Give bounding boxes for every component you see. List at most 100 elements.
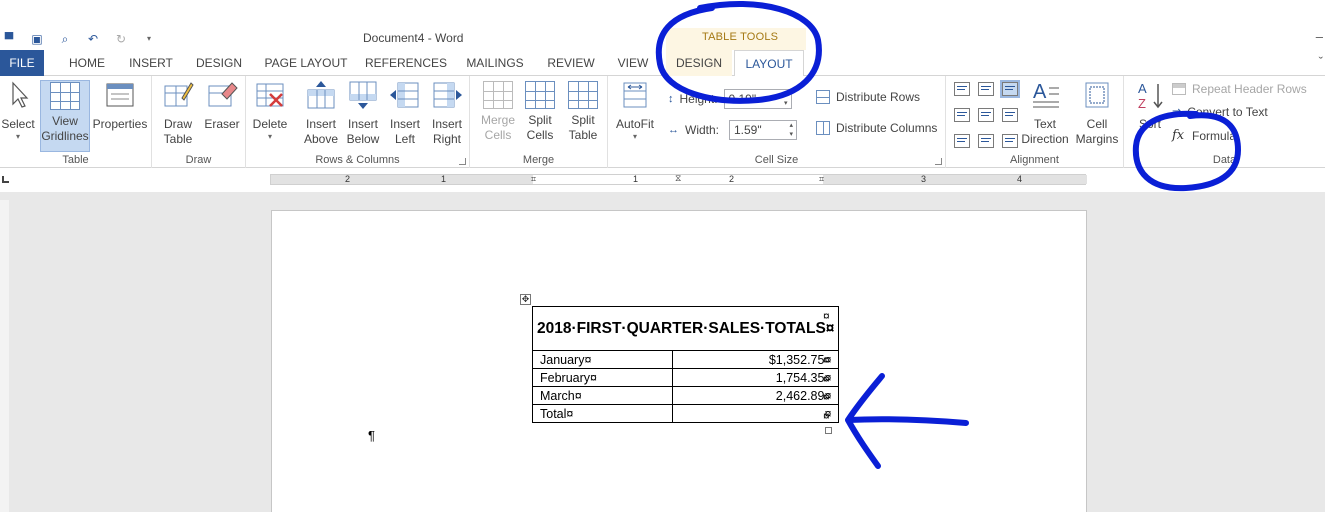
tab-selector-icon[interactable] (2, 176, 9, 183)
insert-above-icon (307, 81, 335, 109)
distribute-rows-button[interactable]: Distribute Rows (816, 90, 920, 104)
draw-table-button[interactable]: Draw Table (156, 80, 200, 147)
rows-columns-launcher-icon[interactable] (459, 158, 466, 165)
sort-button[interactable]: AZ Sort (1132, 80, 1168, 132)
eraser-button[interactable]: Eraser (200, 80, 244, 132)
dropdown-caret-icon: ▾ (15, 132, 20, 141)
title-bar: ▀ ▣ ⌕ ↶ ↻ ▾ Document4 - Word TABLE TOOLS… (0, 0, 1325, 50)
align-top-left-icon[interactable] (954, 82, 970, 96)
tab-home[interactable]: HOME (60, 50, 114, 76)
month-cell[interactable]: February¤ (532, 368, 673, 387)
ruler-number: 1 (441, 174, 447, 184)
horizontal-ruler[interactable]: 2 1 1 2 3 4 ⌗ ⧖ ⌗ (270, 173, 1087, 185)
align-bottom-right-icon[interactable] (1002, 134, 1018, 148)
total-value-cell[interactable]: ¤ (671, 404, 840, 423)
delete-button[interactable]: Delete ▾ (250, 80, 290, 142)
select-arrow-icon (12, 81, 29, 108)
height-label: Height: (679, 92, 718, 106)
eraser-icon (208, 82, 238, 107)
split-table-button[interactable]: Split Table (562, 80, 604, 143)
table-resize-handle[interactable] (825, 427, 832, 434)
tab-references[interactable]: REFERENCES (364, 50, 448, 76)
width-row: ↔ Width: 1.59" ▴ ▾ (668, 120, 797, 140)
tab-view[interactable]: VIEW (612, 50, 654, 76)
group-label-merge: Merge (522, 154, 555, 166)
align-center-icon[interactable] (978, 108, 994, 122)
amount-cell[interactable]: $1,352.75¤ (671, 350, 840, 369)
formula-button[interactable]: fx Formula (1172, 128, 1236, 143)
insert-below-button[interactable]: Insert Below (342, 80, 384, 147)
customize-qat-icon[interactable]: ▾ (142, 33, 156, 45)
tab-insert[interactable]: INSERT (124, 50, 178, 76)
select-button[interactable]: Select ▾ (0, 80, 36, 142)
save-icon[interactable]: ▣ (30, 33, 44, 45)
table-row: March¤ 2,462.89¤ (532, 386, 840, 405)
gridlines-icon (50, 82, 80, 110)
properties-button[interactable]: Properties (92, 80, 148, 132)
tab-mailings[interactable]: MAILINGS (460, 50, 530, 76)
paragraph-mark: ¶ (368, 428, 375, 443)
group-draw: Draw Table Eraser Draw (152, 76, 246, 168)
ruler-number: 1 (633, 174, 639, 184)
undo-icon[interactable]: ↶ (86, 33, 100, 45)
group-label-draw: Draw (185, 154, 212, 166)
tab-page-layout[interactable]: PAGE LAYOUT (260, 50, 352, 76)
repeat-header-rows-button[interactable]: Repeat Header Rows (1172, 82, 1307, 96)
sales-table[interactable]: 2018·FIRST·QUARTER·SALES·TOTALS¤ January… (531, 306, 840, 423)
align-bottom-left-icon[interactable] (954, 134, 970, 148)
group-label-alignment: Alignment (1010, 154, 1059, 166)
insert-left-button[interactable]: Insert Left (384, 80, 426, 147)
minimize-icon[interactable]: – (1316, 29, 1323, 44)
tab-table-design[interactable]: DESIGN (666, 50, 732, 76)
insert-left-icon (390, 82, 419, 108)
view-gridlines-button[interactable]: View Gridlines (40, 80, 90, 152)
dropdown-caret-icon: ▾ (267, 132, 272, 141)
amount-cell[interactable]: 1,754.35¤ (671, 368, 840, 387)
column-marker-icon[interactable]: ⌗ (819, 174, 824, 185)
cell-size-launcher-icon[interactable] (935, 158, 942, 165)
ruler-number: 3 (921, 174, 927, 184)
align-center-right-icon[interactable] (1002, 108, 1018, 122)
split-cells-icon (525, 81, 555, 109)
tab-design[interactable]: DESIGN (190, 50, 248, 76)
total-label-cell[interactable]: Total¤ (532, 404, 673, 423)
table-move-handle-icon[interactable]: ✥ (520, 294, 531, 305)
print-preview-icon[interactable]: ⌕ (58, 33, 72, 45)
month-cell[interactable]: March¤ (532, 386, 673, 405)
column-width-icon: ↔ (668, 124, 679, 136)
ruler-number: 4 (1017, 174, 1023, 184)
cell-margins-button[interactable]: Cell Margins (1072, 80, 1122, 147)
tab-file[interactable]: FILE (0, 50, 44, 76)
split-cells-button[interactable]: Split Cells (520, 80, 560, 143)
align-top-right-icon[interactable] (1000, 80, 1020, 98)
group-table: Select ▾ View Gridlines Properties Table (0, 76, 152, 168)
height-input[interactable]: 0.19" ▴ ▾ (723, 89, 792, 109)
align-top-center-icon[interactable] (978, 82, 994, 96)
ribbon-collapse-icon[interactable]: ˇ (1319, 54, 1323, 69)
tab-review[interactable]: REVIEW (542, 50, 600, 76)
amount-cell[interactable]: 2,462.89¤ (671, 386, 840, 405)
insert-above-button[interactable]: Insert Above (300, 80, 342, 147)
vertical-ruler[interactable] (0, 200, 9, 512)
column-marker-icon[interactable]: ⌗ (531, 174, 536, 185)
svg-text:Z: Z (1138, 96, 1146, 110)
insert-right-button[interactable]: Insert Right (426, 80, 468, 147)
distribute-columns-button[interactable]: Distribute Columns (816, 121, 937, 135)
redo-icon[interactable]: ↻ (114, 33, 128, 45)
text-direction-button[interactable]: A Text Direction (1018, 80, 1072, 147)
width-input[interactable]: 1.59" ▴ ▾ (729, 120, 797, 140)
autofit-button[interactable]: AutoFit ▾ (612, 80, 658, 142)
repeat-header-rows-icon (1172, 83, 1186, 95)
merge-cells-button[interactable]: Merge Cells (478, 80, 518, 143)
text-direction-icon: A (1033, 81, 1059, 108)
convert-to-text-button[interactable]: ⇄ Convert to Text (1172, 105, 1268, 119)
tab-table-layout[interactable]: LAYOUT (734, 50, 804, 77)
table-title-cell[interactable]: 2018·FIRST·QUARTER·SALES·TOTALS¤ (531, 306, 840, 351)
table-row: January¤ $1,352.75¤ (532, 350, 840, 369)
month-cell[interactable]: January¤ (532, 350, 673, 369)
align-center-left-icon[interactable] (954, 108, 970, 122)
distribute-columns-icon (816, 121, 830, 135)
group-cell-size: AutoFit ▾ ↕ Height: 0.19" ▴ ▾ ↔ Width: 1.5… (608, 76, 946, 168)
align-bottom-center-icon[interactable] (978, 134, 994, 148)
indent-marker-icon[interactable]: ⧖ (675, 173, 681, 184)
